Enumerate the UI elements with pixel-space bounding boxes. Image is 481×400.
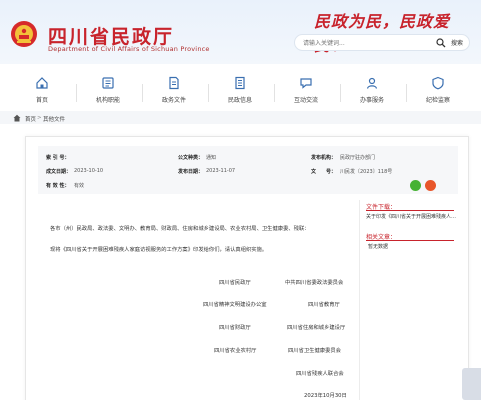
- document-recipients: 各市（州）民政局、政法委、文明办、教育局、财政局、住房和城乡建设局、农业农村局、…: [50, 226, 310, 232]
- nav-item-documents[interactable]: 政务文件: [144, 76, 204, 108]
- nav-label-inspection: 纪检监察: [425, 97, 450, 104]
- nav-label-service: 办事服务: [359, 97, 384, 104]
- site-subtitle-en: Department of Civil Affairs of Sichuan P…: [48, 45, 210, 53]
- meta-issuer-key: 发布机构：: [311, 155, 337, 161]
- signature-right: 四川省卫生健康委员会: [288, 348, 341, 354]
- column-divider: [359, 200, 360, 400]
- breadcrumb-home[interactable]: 首页: [25, 115, 36, 123]
- meta-docno-key: 文 号：: [311, 169, 337, 175]
- meta-issuer-value: 民政厅驻办部门: [340, 155, 376, 161]
- download-title-underline: [366, 210, 454, 211]
- meta-valid-key: 有 效 性：: [46, 183, 70, 189]
- signature-right: 中共四川省委政法委员会: [285, 280, 344, 286]
- related-empty: 暂无数据: [368, 244, 389, 250]
- wechat-share-icon[interactable]: [410, 180, 421, 191]
- main-nav: 首页 机构职能 政务文件 民政信息 互动交流 办事服务 纪检监察: [0, 70, 481, 110]
- nav-divider: [208, 84, 209, 102]
- signature-right: 四川省教育厅: [308, 302, 340, 308]
- document-date: 2023年10月30日: [304, 393, 347, 399]
- search-icon[interactable]: [436, 38, 446, 48]
- meta-written-key: 成文日期：: [46, 169, 72, 175]
- nav-divider: [340, 84, 341, 102]
- nav-divider: [274, 84, 275, 102]
- home-icon: [13, 114, 21, 122]
- service-icon: [366, 77, 378, 89]
- document-paragraph: 现将《四川省关于开展困难残疾人家庭访视服务的工作方案》印发给你们，请认真组织实施…: [50, 247, 268, 253]
- related-title-underline: [366, 240, 454, 241]
- home-icon: [36, 77, 48, 89]
- document-icon: [169, 76, 179, 90]
- breadcrumb-current[interactable]: 其他文件: [43, 115, 65, 123]
- nav-divider: [76, 84, 77, 102]
- meta-index-key: 索 引 号：: [46, 155, 70, 161]
- signature-right: 四川省残疾人联合会: [296, 371, 344, 377]
- nav-item-home[interactable]: 首页: [12, 76, 72, 108]
- signature-left: 四川省民政厅: [219, 280, 251, 286]
- nav-label-documents: 政务文件: [161, 97, 186, 104]
- meta-valid-value: 有效: [74, 183, 85, 189]
- nav-label-org: 机构职能: [95, 97, 120, 104]
- search-box: 搜索: [294, 34, 470, 51]
- signature-left: 四川省精神文明建设办公室: [203, 302, 267, 308]
- signature-left: 四川省农业农村厅: [214, 348, 257, 354]
- nav-item-interaction[interactable]: 互动交流: [276, 76, 336, 108]
- inspection-icon: [432, 76, 444, 90]
- meta-published-key: 发布日期：: [178, 169, 204, 175]
- signature-left: 四川省财政厅: [219, 325, 251, 331]
- meta-category-value: 通知: [206, 155, 217, 161]
- nav-label-info: 民政信息: [227, 97, 252, 104]
- info-icon: [235, 76, 245, 90]
- meta-docno-value: 川民发〔2023〕118号: [340, 169, 393, 175]
- weibo-share-icon[interactable]: [425, 180, 436, 191]
- signature-right: 四川省住房和城乡建设厅: [287, 325, 346, 331]
- floating-side-tab[interactable]: [462, 368, 481, 400]
- breadcrumb: [0, 111, 481, 124]
- chat-icon: [300, 78, 312, 89]
- search-input[interactable]: [303, 37, 423, 49]
- nav-item-service[interactable]: 办事服务: [342, 76, 402, 108]
- meta-category-key: 公文种类：: [178, 155, 204, 161]
- org-icon: [102, 77, 114, 89]
- meta-published-value: 2023-11-07: [206, 168, 236, 174]
- nav-label-interaction: 互动交流: [293, 97, 318, 104]
- nav-divider: [406, 84, 407, 102]
- nav-item-info[interactable]: 民政信息: [210, 76, 270, 108]
- nav-item-org[interactable]: 机构职能: [78, 76, 138, 108]
- national-emblem-icon: [11, 21, 37, 47]
- breadcrumb-separator: >: [37, 115, 42, 121]
- nav-label-home: 首页: [35, 97, 48, 104]
- search-button[interactable]: 搜索: [451, 38, 463, 47]
- nav-divider: [142, 84, 143, 102]
- download-link[interactable]: 关于印发《四川省关于开展困难残疾人家庭访视服务的工作方案》的通知: [366, 213, 458, 220]
- meta-written-value: 2023-10-10: [74, 168, 104, 174]
- nav-item-inspection[interactable]: 纪检监察: [408, 76, 468, 108]
- site-header: 四川省民政厅 Department of Civil Affairs of Si…: [0, 0, 481, 64]
